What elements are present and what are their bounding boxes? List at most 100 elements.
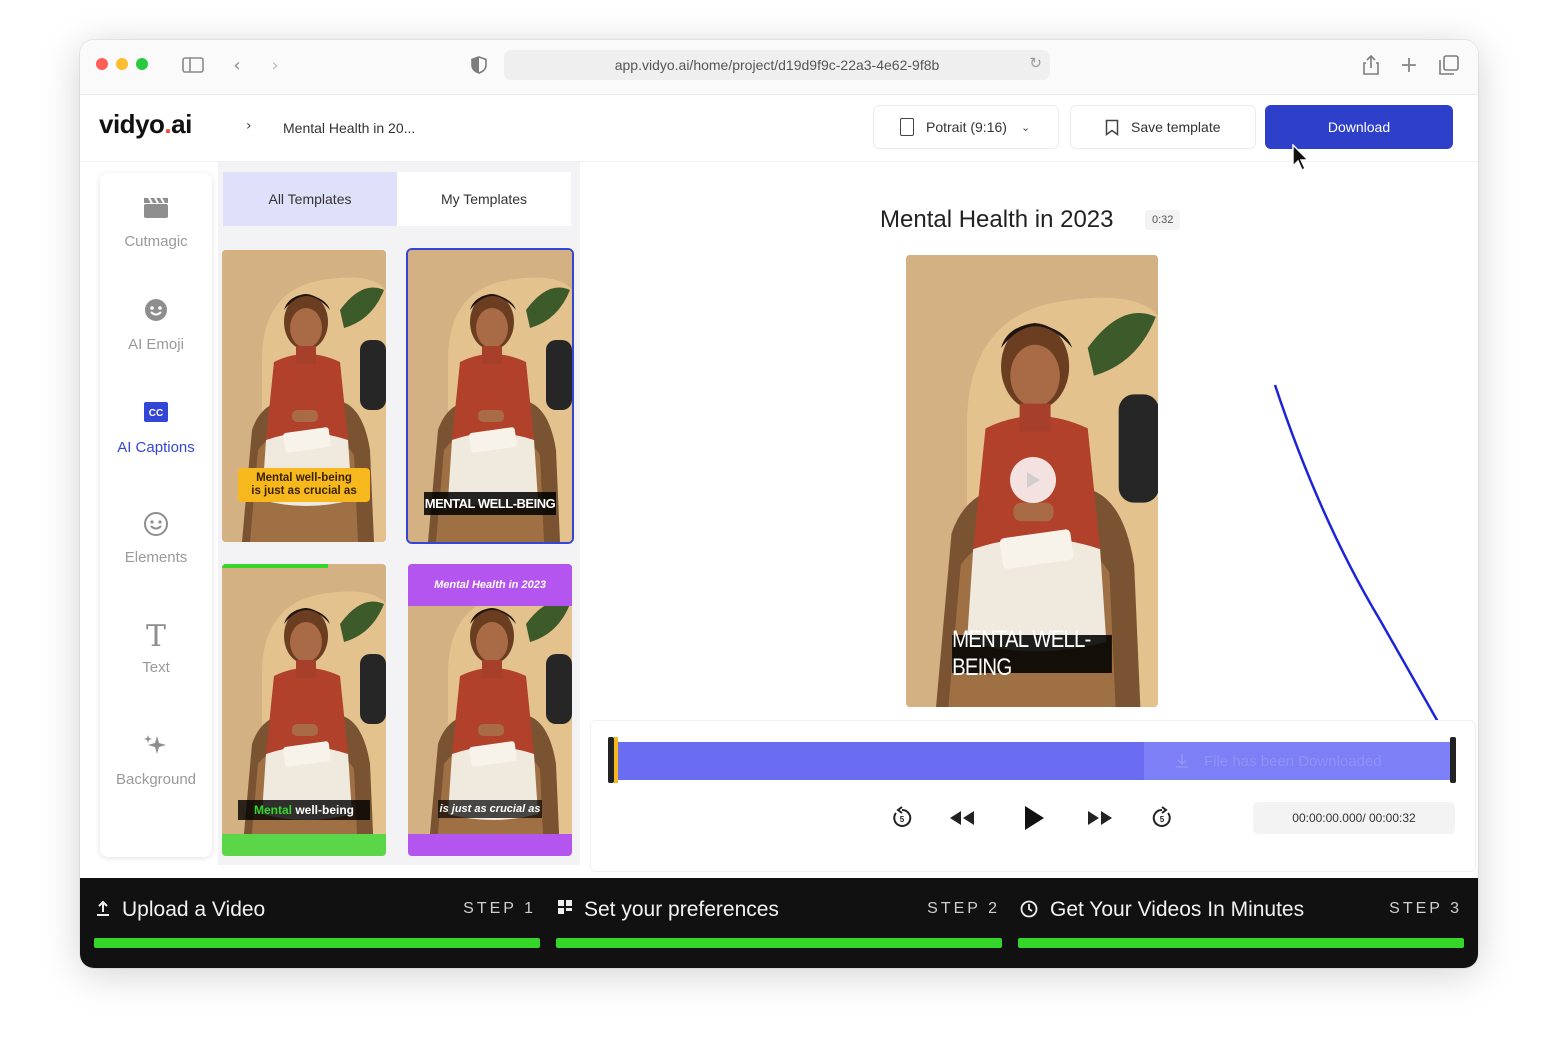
template-card-bold-caption[interactable]: MENTAL WELL-BEING — [406, 248, 574, 544]
play-button[interactable] — [1018, 802, 1050, 834]
step-label: STEP 3 — [1389, 900, 1462, 917]
vidyo-logo[interactable]: vidyo.ai — [99, 109, 192, 140]
back-icon[interactable]: ‹ — [224, 52, 250, 78]
minimize-window-button[interactable] — [116, 58, 128, 70]
templates-panel: All Templates My Templates Mental well-b… — [218, 162, 580, 865]
step-title: Get Your Videos In Minutes — [1050, 898, 1305, 921]
play-icon — [1025, 806, 1044, 830]
template-caption: Mental well-being is just as crucial as — [238, 468, 370, 502]
chevron-down-icon: ⌄ — [1020, 120, 1031, 134]
caption-rest: well-being — [292, 803, 355, 817]
step-progress-bar — [1018, 938, 1464, 948]
download-button[interactable]: Download — [1265, 105, 1453, 149]
template-caption: MENTAL WELL-BEING — [424, 492, 556, 515]
rail-item-elements[interactable]: Elements — [100, 511, 212, 566]
rail-item-label: AI Emoji — [128, 336, 184, 353]
reload-icon[interactable]: ↻ — [1029, 54, 1042, 72]
caption-line: is just as crucial as — [251, 485, 357, 497]
logo-main: vidyo — [99, 109, 165, 139]
rail-item-ai-captions[interactable]: CC AI Captions — [100, 401, 212, 456]
tab-all-templates[interactable]: All Templates — [223, 172, 397, 226]
steps-bar: Upload a Video STEP 1 Set your preferenc… — [80, 878, 1478, 968]
save-template-button[interactable]: Save template — [1070, 105, 1256, 149]
address-bar[interactable]: app.vidyo.ai/home/project/d19d9f9c-22a3-… — [504, 50, 1050, 80]
captions-icon: CC — [100, 401, 212, 433]
smiley-icon — [100, 511, 212, 543]
rail-item-cutmagic[interactable]: Cutmagic — [100, 195, 212, 250]
step-2: Set your preferences STEP 2 — [556, 878, 1004, 968]
rail-item-label: AI Captions — [117, 439, 195, 456]
replay-5-icon: 5 — [893, 806, 912, 827]
fast-forward-icon — [1088, 811, 1112, 825]
forward-5s-button[interactable]: 5 — [1146, 802, 1178, 834]
browser-toolbar: ‹ › app.vidyo.ai/home/project/d19d9f9c-2… — [80, 40, 1478, 95]
breadcrumb-project-name[interactable]: Mental Health in 20... — [283, 120, 415, 136]
breadcrumb-chevron-icon: › — [246, 118, 252, 134]
download-status-bar: File has been Downloaded — [1144, 742, 1456, 780]
new-tab-icon[interactable]: + — [1396, 52, 1422, 78]
rail-item-text[interactable]: T Text — [100, 619, 212, 677]
close-window-button[interactable] — [96, 58, 108, 70]
step-progress-bar — [94, 938, 540, 948]
play-overlay-button[interactable] — [1010, 457, 1056, 503]
template-footer-bar — [408, 834, 572, 856]
upload-icon — [96, 900, 110, 920]
tab-label: My Templates — [440, 191, 528, 207]
svg-text:5: 5 — [900, 815, 905, 824]
rail-item-label: Text — [142, 659, 170, 676]
video-caption: MENTAL WELL-BEING — [952, 626, 1112, 681]
svg-text:CC: CC — [149, 408, 163, 419]
app-header: vidyo.ai › Mental Health in 20... Potrai… — [80, 95, 1478, 171]
sparkles-icon — [100, 733, 212, 765]
preview-title: Mental Health in 2023 — [880, 206, 1114, 233]
rewind-icon — [950, 811, 974, 825]
maximize-window-button[interactable] — [136, 58, 148, 70]
tab-label: All Templates — [268, 191, 352, 207]
rail-item-ai-emoji[interactable]: AI Emoji — [100, 298, 212, 353]
template-caption: is just as crucial as — [438, 800, 542, 818]
rewind-5s-button[interactable]: 5 — [886, 802, 918, 834]
timeline-end-handle[interactable] — [1450, 737, 1456, 783]
forward-icon[interactable]: › — [262, 52, 288, 78]
text-icon: T — [145, 619, 166, 654]
bookmark-icon — [1105, 119, 1119, 136]
shield-icon[interactable] — [466, 52, 492, 78]
grid-icon — [558, 900, 573, 919]
aspect-ratio-label: Potrait (9:16) — [926, 119, 1007, 135]
template-caption: Mental well-being — [238, 800, 370, 820]
play-icon — [1027, 472, 1040, 488]
step-label: STEP 2 — [927, 900, 1000, 917]
playhead[interactable] — [614, 737, 618, 783]
preview-duration-badge: 0:32 — [1145, 210, 1181, 230]
template-card-highlight-caption[interactable]: Mental well-being — [222, 564, 386, 856]
tabs-overview-icon[interactable] — [1436, 52, 1462, 78]
download-status-text: File has been Downloaded — [1204, 752, 1382, 770]
step-title: Set your preferences — [584, 898, 779, 921]
rail-item-label: Background — [115, 771, 197, 788]
skip-back-button[interactable] — [946, 802, 978, 834]
aspect-ratio-dropdown[interactable]: Potrait (9:16) ⌄ — [873, 105, 1059, 149]
rail-item-background[interactable]: Background — [100, 733, 212, 788]
url-text: app.vidyo.ai/home/project/d19d9f9c-22a3-… — [614, 57, 940, 73]
caption-highlight-word: Mental — [253, 803, 292, 817]
template-card-purple-header[interactable]: Mental Health in 2023 is just as crucial… — [408, 564, 572, 856]
step-1: Upload a Video STEP 1 — [94, 878, 542, 968]
tab-my-templates[interactable]: My Templates — [397, 172, 571, 226]
step-title: Upload a Video — [122, 898, 266, 921]
template-card-yellow-caption[interactable]: Mental well-being is just as crucial as — [222, 250, 386, 542]
step-label: STEP 1 — [463, 900, 536, 917]
video-preview[interactable]: MENTAL WELL-BEING — [906, 255, 1158, 707]
step-progress-bar — [556, 938, 1002, 948]
sidebar-toggle-icon[interactable] — [180, 52, 206, 78]
annotation-arrow-line — [1273, 384, 1456, 751]
tool-rail: Cutmagic AI Emoji CC AI Captions Element… — [100, 173, 212, 857]
share-icon[interactable] — [1358, 52, 1384, 78]
clock-icon — [1020, 900, 1038, 922]
rail-item-label: Elements — [124, 549, 188, 566]
svg-text:5: 5 — [1160, 815, 1165, 824]
skip-forward-button[interactable] — [1084, 802, 1116, 834]
download-label: Download — [1327, 119, 1391, 135]
template-footer-bar — [222, 834, 386, 856]
clapperboard-icon — [100, 195, 212, 227]
emoji-icon — [100, 298, 212, 330]
